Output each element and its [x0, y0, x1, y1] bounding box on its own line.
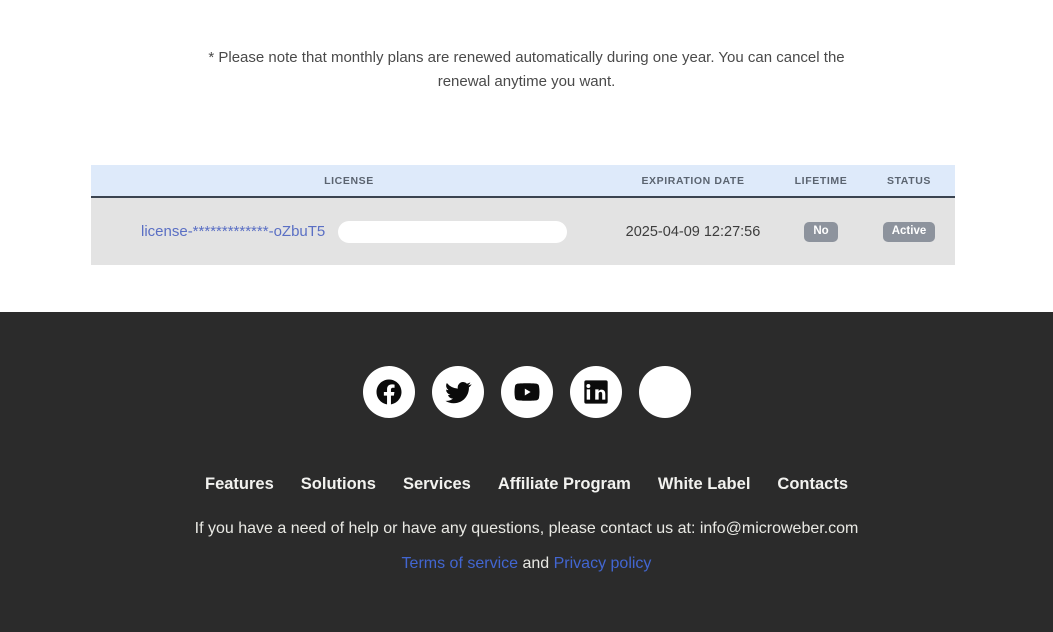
- license-table-body: license-*************-oZbuT5 2025-04-09 …: [91, 197, 955, 265]
- expiration-date-value: 2025-04-09 12:27:56: [625, 223, 761, 240]
- twitter-link[interactable]: [431, 366, 484, 418]
- footer-link-services[interactable]: Services: [403, 475, 471, 494]
- column-header-expiration-date: EXPIRATION DATE: [607, 165, 779, 198]
- column-header-status: STATUS: [863, 165, 955, 198]
- social-links: [0, 312, 1053, 418]
- license-key-input[interactable]: [338, 220, 568, 243]
- license-key-link[interactable]: license-*************-oZbuT5: [141, 223, 325, 240]
- cell-status: Active: [863, 197, 955, 265]
- table-row: license-*************-oZbuT5 2025-04-09 …: [91, 197, 955, 265]
- license-table-head: LICENSE EXPIRATION DATE LIFETIME STATUS: [91, 165, 955, 198]
- column-header-license: LICENSE: [91, 165, 607, 198]
- license-table: LICENSE EXPIRATION DATE LIFETIME STATUS …: [91, 165, 955, 265]
- footer-link-features[interactable]: Features: [205, 475, 274, 494]
- status-badge: Active: [882, 221, 936, 243]
- table-header-row: LICENSE EXPIRATION DATE LIFETIME STATUS: [91, 165, 955, 198]
- linkedin-icon: [582, 378, 610, 406]
- lifetime-badge: No: [804, 221, 838, 243]
- license-table-container: LICENSE EXPIRATION DATE LIFETIME STATUS …: [91, 165, 955, 265]
- license-cell-inner: license-*************-oZbuT5: [91, 220, 607, 243]
- footer-nav: Features Solutions Services Affiliate Pr…: [0, 475, 1053, 494]
- youtube-link[interactable]: [500, 366, 553, 418]
- footer-link-affiliate-program[interactable]: Affiliate Program: [498, 475, 631, 494]
- footer-link-white-label[interactable]: White Label: [658, 475, 751, 494]
- footer-legal-line: Terms of service and Privacy policy: [0, 555, 1053, 573]
- footer-link-solutions[interactable]: Solutions: [301, 475, 376, 494]
- skype-icon: [650, 377, 680, 407]
- cell-lifetime: No: [779, 197, 863, 265]
- youtube-icon: [512, 377, 542, 407]
- cell-expiration-date: 2025-04-09 12:27:56: [607, 197, 779, 265]
- legal-conjunction-text: and: [522, 555, 550, 572]
- privacy-policy-link[interactable]: Privacy policy: [554, 555, 652, 572]
- facebook-link[interactable]: [362, 366, 415, 418]
- linkedin-link[interactable]: [569, 366, 622, 418]
- twitter-icon: [443, 377, 473, 407]
- footer-link-contacts[interactable]: Contacts: [777, 475, 848, 494]
- terms-of-service-link[interactable]: Terms of service: [402, 555, 518, 572]
- cell-license: license-*************-oZbuT5: [91, 197, 607, 265]
- notice-section: * Please note that monthly plans are ren…: [0, 0, 1053, 94]
- column-header-lifetime: LIFETIME: [779, 165, 863, 198]
- skype-link[interactable]: [638, 366, 691, 418]
- site-footer: Features Solutions Services Affiliate Pr…: [0, 312, 1053, 632]
- facebook-icon: [374, 377, 404, 407]
- footer-contact-text: If you have a need of help or have any q…: [194, 520, 859, 537]
- renewal-notice-text: * Please note that monthly plans are ren…: [208, 49, 845, 90]
